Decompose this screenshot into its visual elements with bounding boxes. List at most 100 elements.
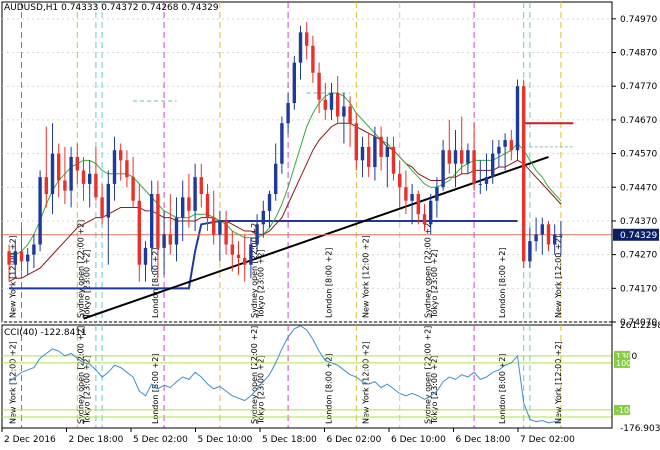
candle-body (521, 86, 526, 262)
chart-canvas[interactable]: New York [12:00 +2]New York [12:00 +2]Sy… (0, 0, 660, 450)
candle-body (416, 194, 421, 215)
candle (267, 190, 272, 228)
candle (348, 96, 352, 147)
candle (497, 140, 501, 168)
candle-body (385, 146, 390, 157)
time-tick-label: 2 Dec 18:00 (69, 435, 124, 445)
candle (354, 113, 359, 171)
candle (112, 136, 117, 201)
candle-body (63, 180, 67, 191)
candle (335, 76, 340, 124)
candle-body (552, 234, 557, 245)
candle (94, 146, 98, 201)
candle (44, 126, 49, 208)
candle-body (168, 234, 173, 245)
candle-body (478, 183, 483, 185)
symbol-label: AUDUSD,H1 (4, 3, 59, 13)
candle-body (484, 177, 489, 184)
time-tick-label: 2 Dec 2016 (4, 435, 56, 445)
cci-line (8, 325, 561, 424)
candle (534, 217, 538, 252)
cci-level-tag-label: -100 (616, 406, 634, 415)
candle-body (193, 177, 197, 211)
candle-body (459, 150, 464, 164)
candle (162, 210, 166, 275)
candle (56, 143, 61, 198)
candle-body (534, 234, 538, 242)
price-tag-label: 0.74329 (620, 231, 657, 241)
time-tick-label: 6 Dec 02:00 (327, 435, 382, 445)
candle-body (137, 200, 142, 265)
candle-body (32, 244, 36, 255)
candle (118, 143, 123, 181)
candle-body (94, 173, 98, 198)
candle (509, 130, 514, 161)
candle (273, 143, 278, 201)
candle-body (391, 146, 396, 174)
candle (242, 234, 247, 282)
time-tick-label: 6 Dec 10:00 (391, 435, 446, 445)
time-tick-label: 7 Dec 02:00 (520, 435, 575, 445)
candle-body (509, 140, 514, 151)
candle (32, 234, 36, 269)
cci-tick-label: -176.9038 (620, 424, 660, 434)
candle (286, 92, 290, 134)
candle (360, 136, 365, 178)
candle-body (143, 247, 148, 265)
candle-body (19, 251, 24, 262)
candle-body (441, 150, 445, 188)
session-label-main: Tokyo [23:00 +2] (256, 249, 265, 319)
candle (106, 170, 111, 265)
candle-body (379, 136, 383, 157)
candle (416, 190, 421, 225)
candle-body (428, 200, 433, 225)
candle-body (354, 123, 359, 161)
candle (75, 143, 80, 184)
candle (447, 119, 452, 174)
candle-body (81, 170, 86, 184)
candle (174, 197, 179, 262)
candle (187, 173, 191, 228)
candle (342, 92, 346, 144)
candle-body (540, 224, 545, 235)
session-label-cci: New York [12:00 +2] (8, 341, 17, 424)
candle-body (50, 153, 55, 194)
candle (540, 217, 545, 255)
candle (366, 133, 371, 178)
session-label-cci: London [8:00 +2] (325, 354, 334, 424)
candle-body (410, 194, 414, 201)
candle (218, 210, 222, 262)
candle (25, 247, 30, 275)
candle (329, 82, 334, 120)
candle-body (490, 153, 495, 178)
candle-body (162, 234, 166, 248)
candle (453, 130, 458, 188)
candle (199, 163, 204, 208)
candle (211, 190, 216, 245)
time-tick-label: 5 Dec 10:00 (198, 435, 253, 445)
candle (280, 116, 284, 174)
candle-body (56, 153, 61, 181)
candle-body (199, 177, 204, 194)
session-label-main: Tokyo [23:00 +2] (430, 249, 439, 319)
candle-body (187, 197, 191, 211)
candle (180, 180, 185, 242)
candle-body (404, 187, 408, 201)
candle (466, 143, 470, 174)
candle-body (466, 150, 470, 164)
candle-body (44, 177, 49, 194)
candle-body (453, 150, 458, 164)
candle-body (335, 92, 340, 117)
slow-moving-average (8, 122, 562, 283)
candle-body (174, 217, 179, 245)
candle-body (422, 214, 427, 225)
cci-level-tag-label: 100 (616, 359, 631, 368)
candle (125, 150, 129, 188)
candle (292, 55, 297, 110)
candle (168, 194, 173, 255)
session-label-cci: Tokyo [23:00 +2] (83, 355, 92, 425)
candle-body (224, 220, 228, 245)
candle-body (435, 187, 439, 201)
price-tick-label: 0.74970 (620, 15, 657, 25)
candle-body (211, 217, 216, 235)
